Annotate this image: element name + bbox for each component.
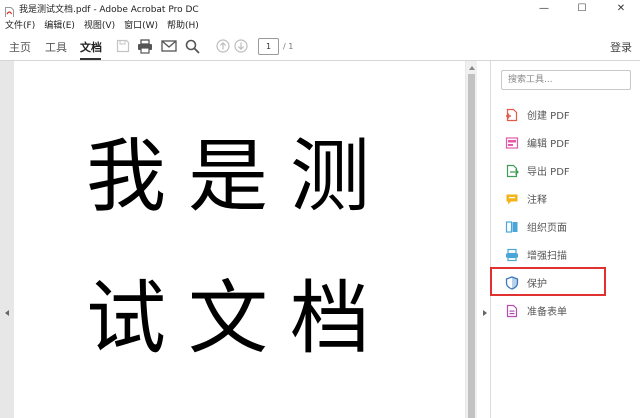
toolbar: 主页 工具 文档 1 / 1 登录 [0, 32, 640, 61]
edit-pdf-icon [505, 135, 519, 149]
document-text-line-2: 试文档 [86, 272, 392, 365]
scrollbar-thumb[interactable] [468, 74, 475, 418]
previous-page-icon[interactable] [214, 37, 232, 55]
vertical-scrollbar[interactable] [466, 61, 477, 418]
tab-document[interactable]: 文档 [80, 39, 102, 55]
maximize-button[interactable]: ☐ [563, 0, 601, 17]
title-bar: 我是测试文档.pdf - Adobe Acrobat Pro DC — ☐ ✕ [0, 0, 640, 18]
next-page-icon[interactable] [232, 37, 250, 55]
menu-file[interactable]: 文件(F) [5, 18, 35, 31]
search-icon[interactable] [183, 37, 201, 55]
enhance-scan-icon [505, 247, 519, 262]
page-number-input[interactable]: 1 [258, 38, 279, 55]
tools-pane: 搜索工具... 创建 PDF 编辑 PDF 导出 PDF 注释 组织页面 增强扫 [477, 61, 640, 418]
prepare-form-icon [505, 303, 519, 318]
menu-view[interactable]: 视图(V) [84, 18, 115, 31]
tool-export-pdf[interactable]: 导出 PDF [505, 160, 570, 180]
tool-organize-pages[interactable]: 组织页面 [505, 216, 567, 236]
protect-highlight-box [490, 267, 606, 296]
left-panel-toggle-icon[interactable] [5, 310, 9, 316]
login-button[interactable]: 登录 [610, 39, 632, 55]
print-icon[interactable] [136, 37, 154, 55]
panel-divider [490, 61, 491, 418]
tool-label: 创建 PDF [527, 110, 570, 122]
email-icon[interactable] [160, 37, 178, 55]
page-total: / 1 [283, 42, 294, 51]
active-tab-indicator [80, 58, 101, 60]
comment-icon [505, 191, 519, 205]
organize-pages-icon [505, 219, 519, 233]
menu-bar: 文件(F) 编辑(E) 视图(V) 窗口(W) 帮助(H) [0, 17, 640, 32]
tool-enhance-scan[interactable]: 增强扫描 [505, 244, 567, 264]
create-pdf-icon [505, 107, 519, 122]
close-button[interactable]: ✕ [602, 0, 640, 17]
menu-window[interactable]: 窗口(W) [124, 18, 158, 31]
tool-label: 准备表单 [527, 306, 567, 318]
acrobat-pdf-icon [5, 3, 14, 18]
document-text-line-1: 我是测 [86, 130, 392, 223]
tool-create-pdf[interactable]: 创建 PDF [505, 104, 570, 124]
minimize-button[interactable]: — [525, 0, 563, 17]
tool-label: 编辑 PDF [527, 138, 570, 150]
document-area: 我是测 试文档 [0, 61, 477, 418]
save-icon[interactable] [114, 37, 132, 55]
tool-label: 导出 PDF [527, 166, 570, 178]
right-panel-toggle-icon[interactable] [483, 310, 487, 316]
search-tools-input[interactable]: 搜索工具... [501, 70, 631, 90]
export-pdf-icon [505, 163, 519, 178]
tool-label: 增强扫描 [527, 250, 567, 262]
menu-edit[interactable]: 编辑(E) [44, 18, 75, 31]
tool-label: 注释 [527, 194, 547, 206]
tool-label: 组织页面 [527, 222, 567, 234]
menu-help[interactable]: 帮助(H) [167, 18, 199, 31]
tab-home[interactable]: 主页 [9, 39, 31, 55]
tool-prepare-form[interactable]: 准备表单 [505, 300, 567, 320]
tool-comment[interactable]: 注释 [505, 188, 547, 208]
scroll-up-icon[interactable] [469, 66, 475, 70]
tab-tools[interactable]: 工具 [45, 39, 67, 55]
pdf-page: 我是测 试文档 [14, 61, 465, 418]
tool-edit-pdf[interactable]: 编辑 PDF [505, 132, 570, 152]
window-title: 我是测试文档.pdf - Adobe Acrobat Pro DC [19, 5, 199, 15]
